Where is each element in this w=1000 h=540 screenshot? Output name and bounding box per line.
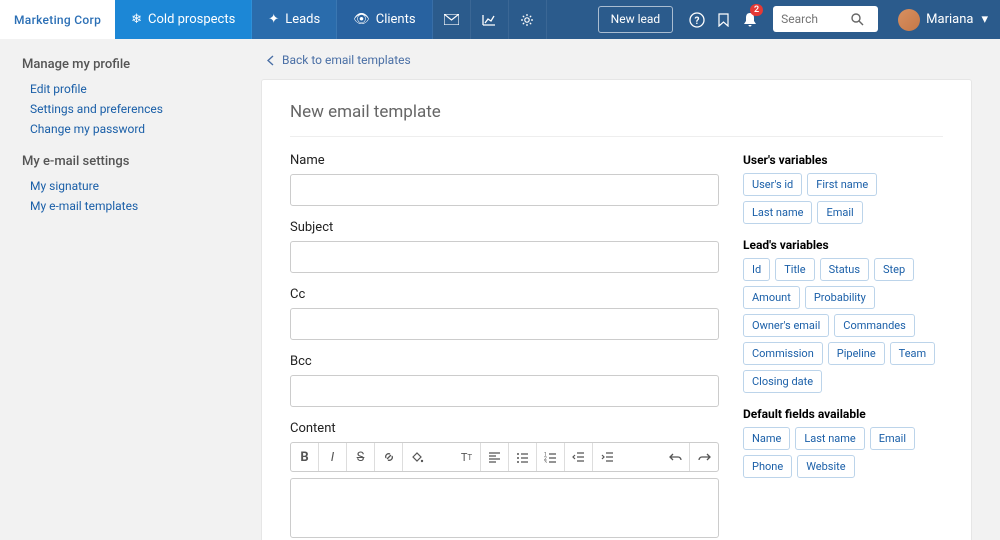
user-vars-title: User's variables	[743, 153, 943, 167]
sidebar-settings[interactable]: Settings and preferences	[22, 102, 233, 116]
bookmark-icon[interactable]	[711, 0, 735, 39]
eye-icon: 👁	[353, 12, 370, 27]
gear-icon[interactable]	[509, 0, 547, 39]
var-commission[interactable]: Commission	[743, 342, 823, 365]
var-user-id[interactable]: User's id	[743, 173, 802, 196]
editor-toolbar: B I S TT 123	[290, 442, 719, 472]
default-fields-title: Default fields available	[743, 407, 943, 421]
chart-icon[interactable]	[471, 0, 509, 39]
mail-icon[interactable]	[433, 0, 471, 39]
var-lead-probability[interactable]: Probability	[805, 286, 875, 309]
var-pipeline[interactable]: Pipeline	[828, 342, 885, 365]
back-link[interactable]: Back to email templates	[267, 53, 972, 67]
notifications-button[interactable]: 2	[735, 0, 765, 39]
var-lead-title[interactable]: Title	[775, 258, 814, 281]
search-icon	[851, 13, 864, 26]
list-ol-button[interactable]: 123	[537, 443, 565, 471]
var-def-website[interactable]: Website	[797, 455, 854, 478]
var-first-name[interactable]: First name	[807, 173, 877, 196]
search-input[interactable]	[781, 12, 851, 26]
snowflake-icon: ❄	[131, 12, 142, 27]
back-link-label: Back to email templates	[282, 53, 411, 67]
sidebar-heading-profile: Manage my profile	[22, 57, 233, 72]
sidebar-edit-profile[interactable]: Edit profile	[22, 82, 233, 96]
var-lead-status[interactable]: Status	[820, 258, 869, 281]
new-lead-button[interactable]: New lead	[598, 6, 674, 33]
textsize-button[interactable]: TT	[453, 443, 481, 471]
sidebar-templates[interactable]: My e-mail templates	[22, 199, 233, 213]
link-button[interactable]	[375, 443, 403, 471]
sidebar-signature[interactable]: My signature	[22, 179, 233, 193]
help-icon[interactable]: ?	[683, 0, 711, 39]
sidebar-change-password[interactable]: Change my password	[22, 122, 233, 136]
var-def-phone[interactable]: Phone	[743, 455, 792, 478]
search-box[interactable]	[773, 6, 878, 32]
template-panel: New email template Name Subject Cc	[261, 79, 972, 540]
undo-button[interactable]	[662, 443, 690, 471]
var-lead-amount[interactable]: Amount	[743, 286, 800, 309]
page-title: New email template	[290, 102, 943, 137]
fill-button[interactable]	[403, 443, 431, 471]
cc-label: Cc	[290, 287, 719, 302]
bcc-input[interactable]	[290, 375, 719, 407]
lead-vars-title: Lead's variables	[743, 238, 943, 252]
var-closing[interactable]: Closing date	[743, 370, 822, 393]
var-def-name[interactable]: Name	[743, 427, 790, 450]
content-editor[interactable]	[290, 478, 719, 538]
chevron-left-icon	[267, 55, 274, 66]
tab-label: Leads	[285, 12, 320, 27]
svg-text:?: ?	[695, 16, 700, 27]
notification-badge: 2	[750, 4, 763, 16]
var-commandes[interactable]: Commandes	[834, 314, 915, 337]
tab-label: Cold prospects	[148, 12, 235, 27]
brand-logo[interactable]: Marketing Corp	[0, 0, 115, 39]
name-input[interactable]	[290, 174, 719, 206]
top-navbar: Marketing Corp ❄ Cold prospects ✦ Leads …	[0, 0, 1000, 39]
align-button[interactable]	[481, 443, 509, 471]
var-def-lastname[interactable]: Last name	[795, 427, 864, 450]
tab-leads[interactable]: ✦ Leads	[252, 0, 337, 39]
sidebar-heading-email: My e-mail settings	[22, 154, 233, 169]
bold-button[interactable]: B	[291, 443, 319, 471]
outdent-button[interactable]	[565, 443, 593, 471]
chevron-down-icon: ▾	[981, 12, 988, 27]
var-def-email[interactable]: Email	[870, 427, 915, 450]
content-label: Content	[290, 421, 719, 436]
var-lead-step[interactable]: Step	[874, 258, 914, 281]
list-ul-button[interactable]	[509, 443, 537, 471]
var-team[interactable]: Team	[890, 342, 936, 365]
svg-text:3: 3	[544, 460, 547, 463]
bcc-label: Bcc	[290, 354, 719, 369]
avatar	[898, 9, 920, 31]
strike-button[interactable]: S	[347, 443, 375, 471]
name-label: Name	[290, 153, 719, 168]
indent-button[interactable]	[593, 443, 621, 471]
tab-cold-prospects[interactable]: ❄ Cold prospects	[115, 0, 252, 39]
variables-column: User's variables User's id First name La…	[743, 153, 943, 540]
var-email[interactable]: Email	[817, 201, 862, 224]
redo-button[interactable]	[690, 443, 718, 471]
sidebar: Manage my profile Edit profile Settings …	[0, 39, 233, 540]
italic-button[interactable]: I	[319, 443, 347, 471]
tab-clients[interactable]: 👁 Clients	[337, 0, 432, 39]
cc-input[interactable]	[290, 308, 719, 340]
subject-label: Subject	[290, 220, 719, 235]
user-menu[interactable]: Mariana ▾	[886, 0, 1000, 39]
form-column: Name Subject Cc Bcc	[290, 153, 719, 540]
main-content: Back to email templates New email templa…	[233, 39, 1000, 540]
var-last-name[interactable]: Last name	[743, 201, 812, 224]
plus-icon: ✦	[268, 12, 279, 27]
user-name: Mariana	[926, 12, 973, 27]
var-lead-id[interactable]: Id	[743, 258, 770, 281]
var-owner-email[interactable]: Owner's email	[743, 314, 829, 337]
tab-label: Clients	[376, 12, 416, 27]
subject-input[interactable]	[290, 241, 719, 273]
